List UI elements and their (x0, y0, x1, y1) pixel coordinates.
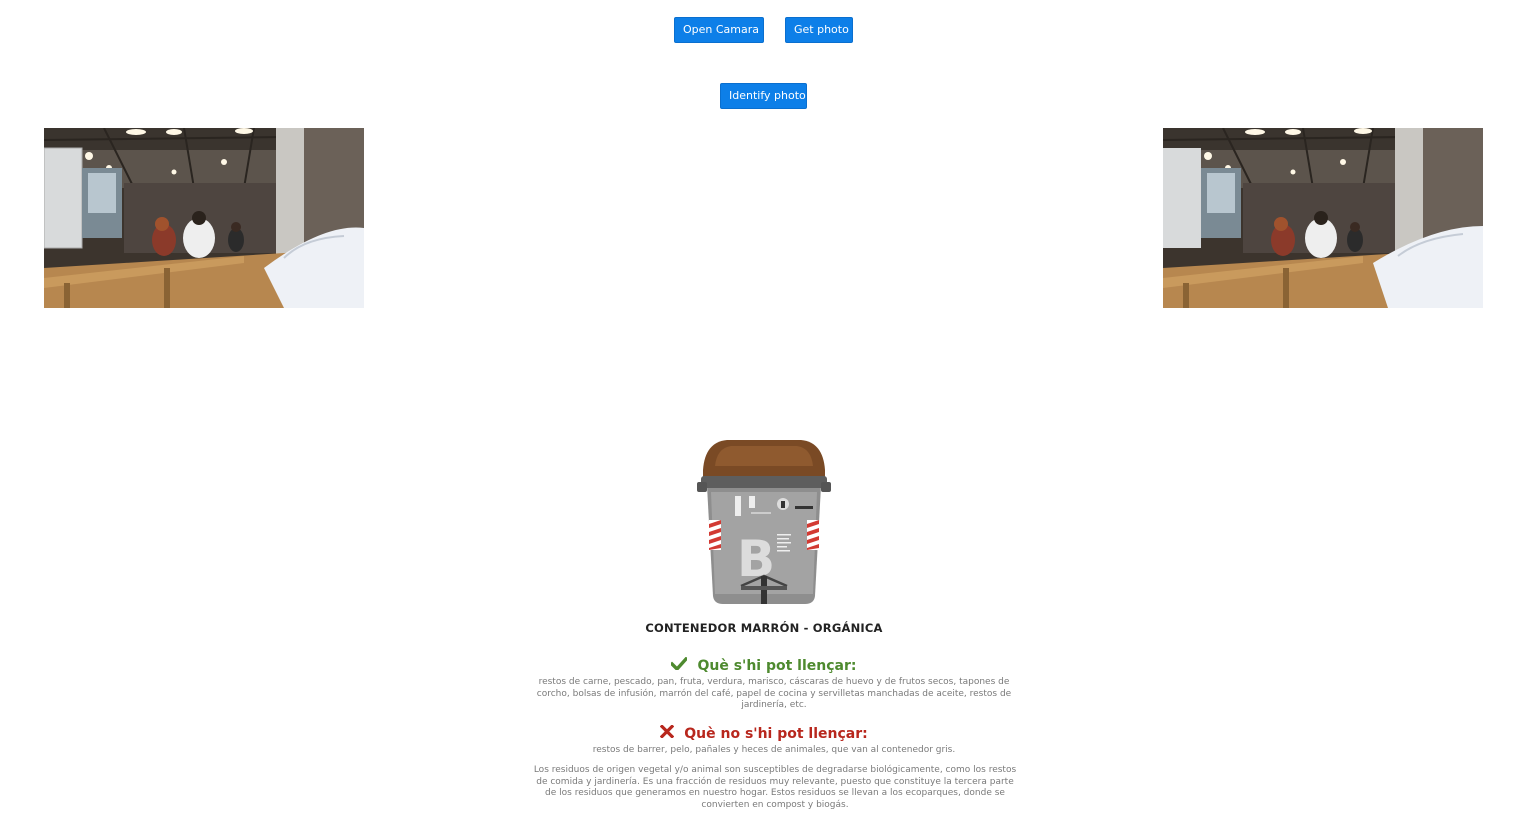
page: Open Camara Get photo Identify photo B C… (0, 0, 1528, 839)
cannot-dispose-text: restos de barrer, pelo, pañales y heces … (592, 745, 956, 755)
identify-photo-button[interactable]: Identify photo (720, 83, 807, 109)
container-description: Los residuos de origen vegetal y/o anima… (533, 765, 1017, 810)
cannot-dispose-heading: Què no s'hi pot llençar: (0, 724, 1528, 742)
can-dispose-heading-label: Què s'hi pot llençar: (697, 658, 857, 674)
cannot-dispose-heading-label: Què no s'hi pot llençar: (684, 726, 868, 742)
camera-video-feed (44, 128, 364, 308)
camera-scene-image (44, 128, 364, 308)
check-icon (670, 656, 689, 674)
cross-icon (659, 724, 675, 742)
organic-bin-icon: B (697, 440, 831, 604)
captured-scene-image (1163, 128, 1483, 308)
brown-container-image: B (697, 436, 831, 608)
get-photo-button[interactable]: Get photo (785, 17, 853, 43)
can-dispose-text: restos de carne, pescado, pan, fruta, ve… (536, 677, 1012, 710)
captured-photo (1163, 128, 1483, 308)
container-title: CONTENEDOR MARRÓN - ORGÁNICA (645, 621, 883, 635)
can-dispose-heading: Què s'hi pot llençar: (0, 656, 1528, 674)
open-camera-button[interactable]: Open Camara (674, 17, 764, 43)
